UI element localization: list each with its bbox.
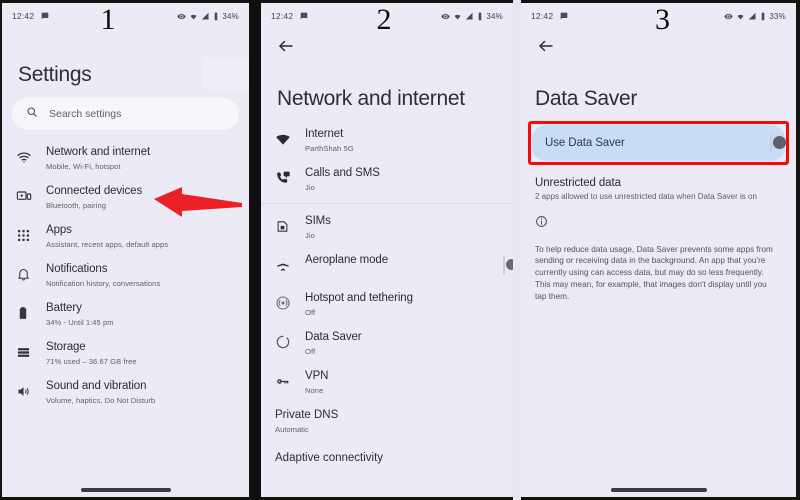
- item-title: Battery: [46, 302, 82, 314]
- item-subtitle: Notification history, conversations: [46, 279, 161, 288]
- item-title: Storage: [46, 341, 86, 353]
- item-title: Connected devices: [46, 185, 143, 197]
- use-data-saver-toggle[interactable]: [770, 133, 786, 152]
- network-item-aeroplane-mode[interactable]: Aeroplane mode: [261, 247, 513, 285]
- item-subtitle: Volume, haptics, Do Not Disturb: [46, 396, 156, 405]
- back-arrow-icon: [539, 40, 553, 52]
- storage-icon: [16, 342, 40, 362]
- item-title: Private DNS: [275, 409, 339, 421]
- panel-separator-1: [249, 0, 261, 500]
- network-item-data-saver[interactable]: Data Saver Off: [261, 324, 513, 363]
- settings-item-sound-and-vibration[interactable]: Sound and vibration Volume, haptics, Do …: [2, 373, 249, 412]
- settings-item-notifications[interactable]: Notifications Notification history, conv…: [2, 256, 249, 295]
- connected-devices-icon: [16, 186, 40, 206]
- network-item-adaptive-connectivity[interactable]: Adaptive connectivity: [261, 441, 513, 472]
- item-subtitle: None: [305, 386, 324, 395]
- calls-sms-icon: [275, 168, 299, 188]
- item-subtitle: Off: [305, 347, 316, 356]
- network-item-hotspot-and-tethering[interactable]: Hotspot and tethering Off: [261, 285, 513, 324]
- highlight-box-use-data-saver: Use Data Saver: [528, 121, 789, 165]
- phone-screen-settings: 12:42 34% 1 Settings Search settings Net…: [0, 0, 249, 500]
- panel-separator-2: [513, 0, 521, 500]
- item-title: Adaptive connectivity: [275, 452, 384, 464]
- item-title: Apps: [46, 224, 72, 236]
- volume-icon: [16, 381, 40, 401]
- use-data-saver-label: Use Data Saver: [545, 137, 625, 149]
- panel-number-1: 1: [100, 3, 116, 36]
- item-title: Aeroplane mode: [305, 254, 388, 266]
- wifi-icon: [16, 147, 40, 167]
- item-title: Hotspot and tethering: [305, 292, 413, 304]
- gesture-nav-bar[interactable]: [521, 488, 796, 492]
- item-title: Calls and SMS: [305, 167, 380, 179]
- wifi-filled-icon: [275, 129, 299, 149]
- page-title-data-saver: Data Saver: [535, 87, 638, 110]
- vpn-key-icon: [275, 371, 299, 391]
- item-title: Data Saver: [305, 331, 362, 343]
- use-data-saver-row[interactable]: Use Data Saver: [532, 125, 786, 161]
- section-divider: [261, 203, 513, 204]
- section-title: Unrestricted data: [535, 177, 621, 189]
- network-item-internet[interactable]: Internet ParthShah 5G: [261, 121, 513, 160]
- section-subtitle: 2 apps allowed to use unrestricted data …: [535, 192, 757, 201]
- settings-item-network-and-internet[interactable]: Network and internet Mobile, Wi-Fi, hots…: [2, 139, 249, 178]
- sim-card-icon: [275, 216, 299, 236]
- bell-icon: [16, 264, 40, 284]
- item-subtitle: Assistant, recent apps, default apps: [46, 240, 169, 249]
- back-arrow-icon: [279, 40, 293, 52]
- settings-item-battery[interactable]: Battery 34% - Until 1:45 pm: [2, 295, 249, 334]
- network-item-vpn[interactable]: VPN None: [261, 363, 513, 402]
- unrestricted-data-section[interactable]: Unrestricted data 2 apps allowed to use …: [521, 177, 796, 203]
- info-outline-icon: [521, 203, 796, 233]
- item-title: SIMs: [305, 215, 331, 227]
- panel-number-3: 3: [655, 3, 670, 36]
- search-icon: [26, 105, 38, 123]
- page-title-network-and-internet: Network and internet: [277, 87, 465, 110]
- settings-item-connected-devices[interactable]: Connected devices Bluetooth, pairing: [2, 178, 249, 217]
- item-subtitle: Mobile, Wi-Fi, hotspot: [46, 162, 121, 171]
- item-subtitle: Jio: [305, 183, 315, 192]
- battery-icon: [16, 303, 40, 323]
- page-title-settings: Settings: [18, 63, 92, 86]
- item-subtitle: ParthShah 5G: [305, 144, 354, 153]
- item-title: Internet: [305, 128, 344, 140]
- network-item-calls-and-sms[interactable]: Calls and SMS Jio: [261, 160, 513, 199]
- settings-item-apps[interactable]: Apps Assistant, recent apps, default app…: [2, 217, 249, 256]
- gesture-nav-bar[interactable]: [2, 488, 249, 492]
- item-subtitle: Off: [305, 308, 316, 317]
- item-subtitle: 34% - Until 1:45 pm: [46, 318, 114, 327]
- item-title: Sound and vibration: [46, 380, 147, 392]
- aeroplane-icon: [275, 255, 299, 275]
- item-subtitle: 71% used – 36.67 GB free: [46, 357, 137, 366]
- aeroplane-mode-toggle[interactable]: [503, 256, 513, 275]
- item-subtitle: Automatic: [275, 425, 309, 434]
- phone-screen-network-and-internet: 12:42 34% 2 Network and internet Interne…: [261, 0, 513, 500]
- search-settings-input[interactable]: Search settings: [12, 98, 239, 130]
- item-title: Notifications: [46, 263, 108, 275]
- network-item-private-dns[interactable]: Private DNS Automatic: [261, 402, 513, 441]
- phone-screen-data-saver: 12:42 33% 3 Data Saver Use Data Saver Un…: [521, 0, 798, 500]
- panel-number-2: 2: [376, 3, 392, 36]
- apps-grid-icon: [16, 225, 40, 245]
- settings-item-storage[interactable]: Storage 71% used – 36.67 GB free: [2, 334, 249, 373]
- screenshot-root: 12:42 34% 1 Settings Search settings Net…: [0, 0, 800, 500]
- item-title: Network and internet: [46, 146, 151, 158]
- item-subtitle: Jio: [305, 231, 315, 240]
- item-subtitle: Bluetooth, pairing: [46, 201, 107, 210]
- avatar-placeholder: [202, 58, 249, 90]
- data-saver-icon: [275, 332, 299, 352]
- data-saver-description: To help reduce data usage, Data Saver pr…: [535, 244, 773, 301]
- item-title: VPN: [305, 370, 329, 382]
- network-item-sims[interactable]: SIMs Jio: [261, 208, 513, 247]
- search-placeholder: Search settings: [49, 108, 122, 120]
- hotspot-icon: [275, 293, 299, 313]
